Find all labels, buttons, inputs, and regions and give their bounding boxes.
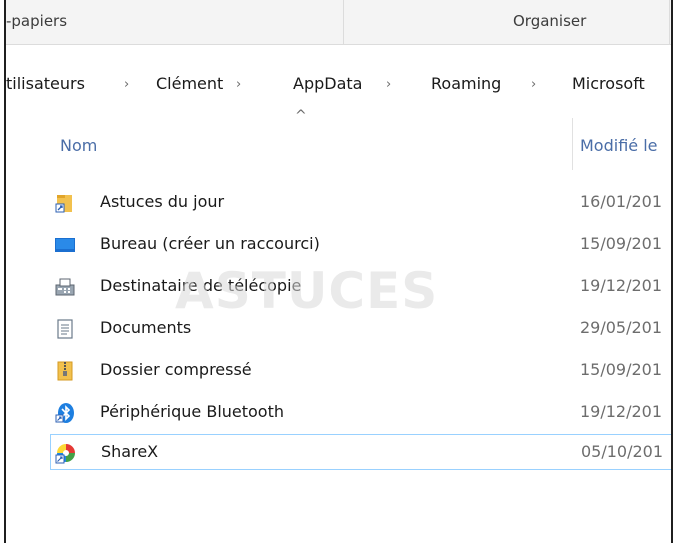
file-date: 29/05/201: [580, 318, 663, 337]
file-date: 15/09/201: [580, 234, 663, 253]
chevron-right-icon[interactable]: ›: [386, 77, 391, 92]
chevron-right-icon[interactable]: ›: [124, 77, 129, 92]
column-divider[interactable]: [572, 118, 573, 170]
list-item[interactable]: Astuces du jour 16/01/201: [50, 184, 673, 220]
list-item[interactable]: Dossier compressé 15/09/201: [50, 352, 673, 388]
window-border-right: [671, 0, 685, 543]
ribbon: -papiers Organiser: [6, 0, 671, 45]
file-name: Périphérique Bluetooth: [100, 402, 285, 421]
bluetooth-icon: [54, 402, 76, 424]
ribbon-separator: [343, 0, 344, 44]
file-date: 19/12/201: [580, 402, 663, 421]
breadcrumb-item-microsoft[interactable]: Microsoft: [572, 74, 645, 93]
chevron-right-icon[interactable]: ›: [531, 77, 536, 92]
watermark-logo: ASTUCES: [175, 262, 439, 320]
list-item[interactable]: Bureau (créer un raccourci) 15/09/201: [50, 226, 673, 262]
document-icon: [54, 318, 76, 340]
sort-ascending-icon: ^: [295, 108, 307, 124]
breadcrumb: tilisateurs › Clément › AppData › Roamin…: [6, 62, 671, 109]
ribbon-group-organiser: Organiser: [513, 12, 587, 30]
ribbon-group-label: -papiers: [6, 12, 68, 30]
column-header-modified[interactable]: Modifié le: [580, 136, 658, 155]
file-date: 05/10/201: [581, 442, 664, 461]
breadcrumb-item-utilisateurs[interactable]: tilisateurs: [6, 74, 85, 93]
fax-icon: [54, 276, 76, 298]
list-item[interactable]: Périphérique Bluetooth 19/12/201: [50, 394, 673, 430]
chevron-right-icon[interactable]: ›: [236, 77, 241, 92]
folder-shortcut-icon: [54, 192, 76, 214]
file-date: 19/12/201: [580, 276, 663, 295]
zip-folder-icon: [54, 360, 76, 382]
file-name: Astuces du jour: [100, 192, 225, 211]
breadcrumb-item-appdata[interactable]: AppData: [293, 74, 362, 93]
file-name: Bureau (créer un raccourci): [100, 234, 320, 253]
list-item-selected[interactable]: ShareX 05/10/201: [50, 434, 673, 470]
breadcrumb-item-roaming[interactable]: Roaming: [431, 74, 501, 93]
ribbon-separator: [669, 0, 670, 44]
file-list: ^ Nom Modifié le Astuces du jour 16/01/2…: [6, 108, 673, 543]
column-header-name[interactable]: Nom: [60, 136, 97, 155]
desktop-icon: [54, 234, 76, 256]
sharex-icon: [55, 442, 77, 464]
file-name: Dossier compressé: [100, 360, 252, 379]
file-name: Documents: [100, 318, 192, 337]
file-date: 15/09/201: [580, 360, 663, 379]
file-name: ShareX: [101, 442, 159, 461]
file-date: 16/01/201: [580, 192, 663, 211]
breadcrumb-item-clement[interactable]: Clément: [156, 74, 223, 93]
